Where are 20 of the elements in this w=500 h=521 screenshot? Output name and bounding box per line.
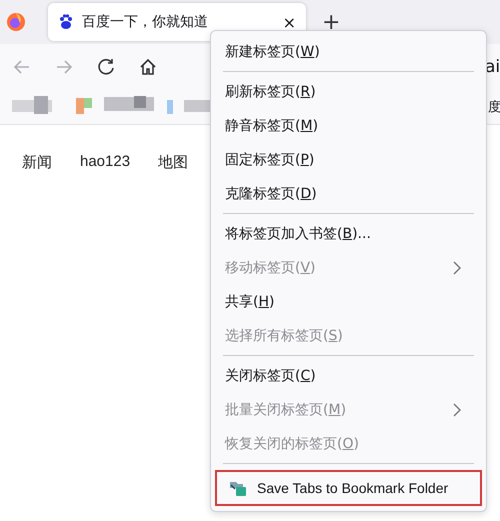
chevron-right-icon	[452, 260, 462, 276]
close-tab-button[interactable]: ×	[282, 12, 296, 32]
home-icon[interactable]	[138, 57, 158, 77]
menu-item[interactable]: 固定标签页(P)	[211, 143, 486, 177]
reload-icon[interactable]	[96, 57, 116, 77]
menu-item[interactable]: 刷新标签页(R)	[211, 75, 486, 109]
menu-item[interactable]: Save Tabs to Bookmark Folder	[215, 470, 482, 506]
menu-item[interactable]: 克隆标签页(D)	[211, 177, 486, 211]
menu-item[interactable]: 将标签页加入书签(B)...	[211, 217, 486, 251]
nav-link[interactable]: 新闻	[22, 153, 52, 172]
tab-title: 百度一下，你就知道	[82, 13, 209, 31]
nav-link[interactable]: 地图	[158, 153, 188, 172]
paw-icon	[58, 14, 74, 30]
nav-link[interactable]: hao123	[80, 153, 130, 172]
folder-icon	[229, 479, 247, 497]
menu-item[interactable]: 关闭标签页(C)	[211, 359, 486, 393]
browser-logo-icon[interactable]	[6, 12, 26, 32]
menu-item[interactable]: 静音标签页(M)	[211, 109, 486, 143]
menu-item[interactable]: 共享(H)	[211, 285, 486, 319]
chevron-right-icon	[452, 402, 462, 418]
